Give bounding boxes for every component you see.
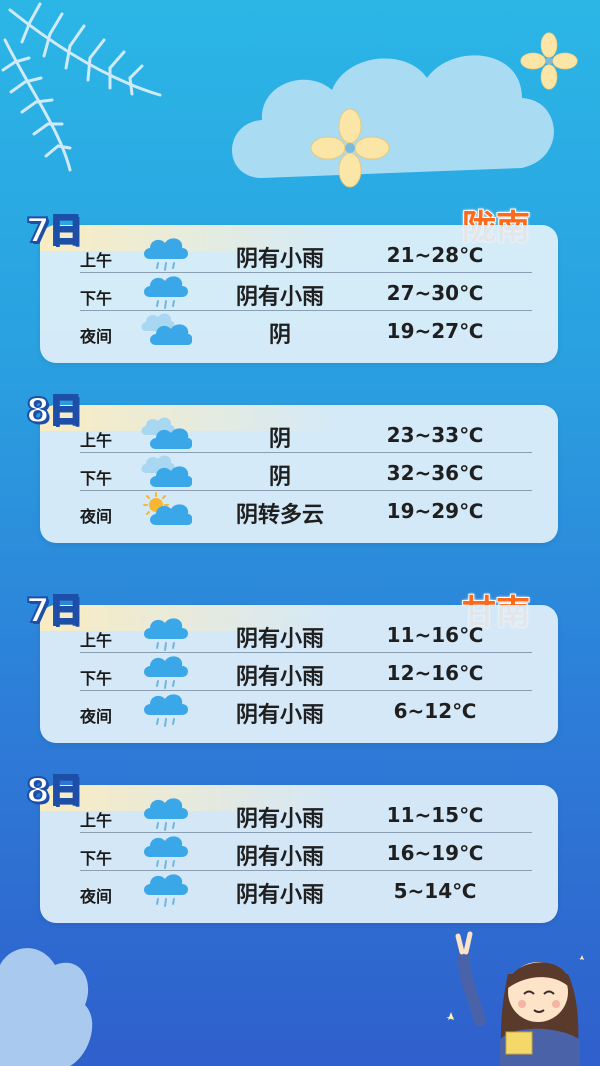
forecast-row: 上午 阴有小雨 11~16℃ — [40, 615, 558, 653]
condition-text: 阴有小雨 — [235, 703, 324, 728]
period-label: 下午 — [80, 469, 113, 488]
condition-text: 阴有小雨 — [235, 883, 324, 908]
period-label: 下午 — [80, 669, 113, 688]
period-label: 上午 — [80, 631, 113, 650]
forecast-row: 夜间 阴有小雨 5~14℃ — [40, 871, 558, 909]
period-label: 夜间 — [80, 327, 113, 346]
day-label: 7日 — [25, 210, 84, 252]
period-label: 上午 — [80, 251, 113, 270]
overcast-cloud-icon — [140, 311, 193, 349]
temperature-range: 32~36℃ — [386, 461, 484, 485]
day-forecast-card: 上午 阴有小雨 11~16℃ 下午 阴有小雨 12~16℃ 夜间 阴有小雨 6~12℃ — [40, 605, 558, 743]
temperature-range: 27~30℃ — [386, 281, 484, 305]
condition-text: 阴有小雨 — [235, 627, 324, 652]
rain-cloud-icon — [140, 235, 192, 273]
period-label: 夜间 — [80, 507, 113, 526]
forecast-row: 夜间 阴有小雨 6~12℃ — [40, 691, 558, 729]
temperature-range: 19~27℃ — [386, 319, 484, 343]
cloud-decoration-top — [232, 55, 554, 178]
flower-icon — [520, 32, 578, 90]
temperature-range: 16~19℃ — [386, 841, 484, 865]
period-label: 下午 — [80, 849, 113, 868]
temperature-range: 5~14℃ — [393, 879, 477, 903]
day-label: 8日 — [25, 390, 84, 432]
forecast-row: 下午 阴有小雨 12~16℃ — [40, 653, 558, 691]
period-label: 上午 — [80, 811, 113, 830]
period-label: 上午 — [80, 431, 113, 450]
forecast-row: 下午 阴 32~36℃ — [40, 453, 558, 491]
period-label: 下午 — [80, 289, 113, 308]
condition-text: 阴 — [268, 323, 291, 348]
forecast-row: 夜间 阴 19~27℃ — [40, 311, 558, 349]
day-label: 7日 — [25, 590, 84, 632]
forecast-row: 夜间 阴转多云 19~29℃ — [40, 491, 558, 529]
temperature-range: 19~29℃ — [386, 499, 484, 523]
day-forecast-card: 上午 阴有小雨 21~28℃ 下午 阴有小雨 27~30℃ 夜间 阴 19~27℃ — [40, 225, 558, 363]
rain-cloud-icon — [140, 273, 192, 311]
sun-cloud-icon — [140, 491, 193, 529]
condition-text: 阴有小雨 — [235, 247, 324, 272]
condition-text: 阴有小雨 — [235, 807, 324, 832]
forecast-row: 下午 阴有小雨 27~30℃ — [40, 273, 558, 311]
palm-leaf-decoration — [1, 2, 162, 172]
temperature-range: 23~33℃ — [386, 423, 484, 447]
rain-cloud-icon — [140, 833, 192, 871]
condition-text: 阴有小雨 — [235, 285, 324, 310]
period-label: 夜间 — [80, 887, 113, 906]
forecast-row: 上午 阴有小雨 11~15℃ — [40, 795, 558, 833]
rain-cloud-icon — [140, 795, 192, 833]
girl-character-illustration — [446, 931, 584, 1066]
condition-text: 阴转多云 — [235, 503, 324, 528]
cloud-decoration-bottom — [0, 948, 93, 1066]
forecast-row: 上午 阴有小雨 21~28℃ — [40, 235, 558, 273]
forecast-row: 上午 阴 23~33℃ — [40, 415, 558, 453]
condition-text: 阴有小雨 — [235, 845, 324, 870]
temperature-range: 12~16℃ — [386, 661, 484, 685]
rain-cloud-icon — [140, 691, 192, 729]
day-forecast-card: 上午 阴有小雨 11~15℃ 下午 阴有小雨 16~19℃ 夜间 阴有小雨 5~14℃ — [40, 785, 558, 923]
temperature-range: 6~12℃ — [393, 699, 477, 723]
overcast-cloud-icon — [140, 453, 193, 491]
overcast-cloud-icon — [140, 415, 193, 453]
flower-icon — [310, 108, 390, 188]
condition-text: 阴有小雨 — [235, 665, 324, 690]
temperature-range: 21~28℃ — [386, 243, 484, 267]
day-label: 8日 — [25, 770, 84, 812]
rain-cloud-icon — [140, 871, 192, 909]
rain-cloud-icon — [140, 615, 192, 653]
day-forecast-card: 上午 阴 23~33℃ 下午 阴 32~36℃ 夜间 阴转多云 19~29℃ — [40, 405, 558, 543]
condition-text: 阴 — [268, 427, 291, 452]
period-label: 夜间 — [80, 707, 113, 726]
temperature-range: 11~16℃ — [386, 623, 484, 647]
rain-cloud-icon — [140, 653, 192, 691]
condition-text: 阴 — [268, 465, 291, 490]
temperature-range: 11~15℃ — [386, 803, 484, 827]
forecast-row: 下午 阴有小雨 16~19℃ — [40, 833, 558, 871]
